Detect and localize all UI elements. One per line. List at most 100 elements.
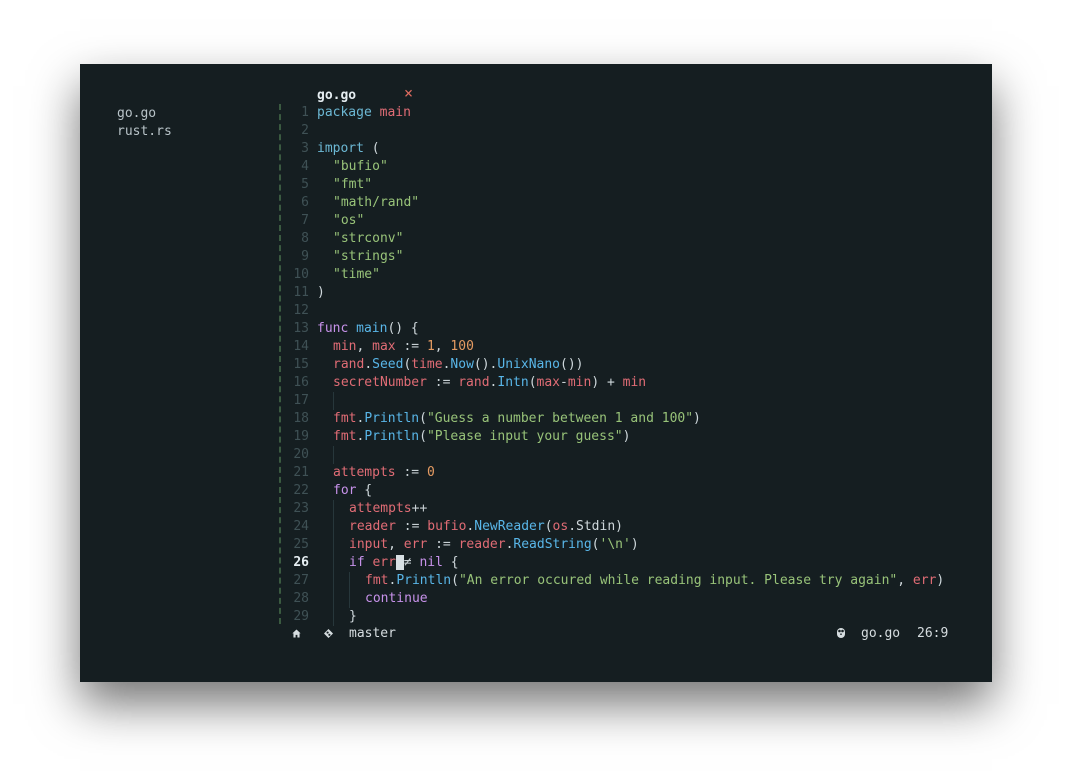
file-tree-item-rust[interactable]: rust.rs — [117, 123, 172, 141]
code-line[interactable]: 1 package main — [285, 104, 985, 122]
code-line[interactable]: 23 attempts++ — [285, 500, 985, 518]
line-number: 10 — [293, 267, 309, 282]
line-number: 22 — [293, 483, 309, 498]
code-line[interactable]: 20 — [285, 446, 985, 464]
code-line[interactable]: 24 reader := bufio.NewReader(os.Stdin) — [285, 518, 985, 536]
indent-guide — [317, 176, 333, 194]
code-line[interactable]: 8 "strconv" — [285, 230, 985, 248]
code-line[interactable]: 28 continue — [285, 590, 985, 608]
tab-bar: go.go × — [317, 84, 413, 105]
line-number: 29 — [293, 609, 309, 624]
indent-guide — [317, 536, 333, 554]
code-line[interactable]: 7 "os" — [285, 212, 985, 230]
code-line[interactable]: 4 "bufio" — [285, 158, 985, 176]
code-token: err — [403, 537, 428, 552]
code-token: max — [536, 375, 560, 390]
line-number: 2 — [301, 123, 309, 138]
code-token: import — [317, 141, 364, 156]
code-line[interactable]: 11) — [285, 284, 985, 302]
code-token: ) — [317, 285, 325, 300]
code-line[interactable]: 6 "math/rand" — [285, 194, 985, 212]
code-text: reader := bufio.NewReader(os.Stdin) — [317, 518, 623, 536]
indent-guide — [317, 248, 333, 266]
code-token: UnixNano — [497, 357, 561, 372]
indent-guide — [317, 392, 333, 410]
line-number: 27 — [293, 573, 309, 588]
code-token: := — [395, 519, 428, 534]
branch-name[interactable]: master — [349, 625, 396, 643]
go-gopher-icon — [837, 628, 845, 638]
code-token: main — [379, 105, 411, 120]
file-tree: go.go rust.rs — [117, 105, 172, 141]
code-line[interactable]: 3 import ( — [285, 140, 985, 158]
code-token: ( — [419, 429, 427, 444]
code-token: "strings" — [333, 249, 404, 264]
code-token: "math/rand" — [333, 195, 420, 210]
close-icon[interactable]: × — [404, 84, 413, 102]
code-token: , — [434, 339, 451, 354]
code-token: bufio — [427, 519, 467, 534]
line-number: 19 — [293, 429, 309, 444]
code-line[interactable]: 12 — [285, 302, 985, 320]
code-token: .Stdin) — [568, 519, 623, 534]
tab-go[interactable]: go.go — [317, 88, 356, 103]
code-token: 0 — [426, 465, 435, 480]
code-line[interactable]: 18 fmt.Println("Guess a number between 1 … — [285, 410, 985, 428]
code-token: := — [426, 375, 459, 390]
code-line[interactable]: 17 — [285, 392, 985, 410]
indent-guide — [317, 158, 333, 176]
code-text: rand.Seed(time.Now().UnixNano()) — [317, 356, 584, 374]
code-token: "strconv" — [333, 231, 404, 246]
line-number: 23 — [293, 501, 309, 516]
code-line[interactable]: 26 if err ≠ nil { — [285, 554, 985, 572]
code-line[interactable]: 13 func main() { — [285, 320, 985, 338]
code-line[interactable]: 27 fmt.Println("An error occured while re… — [285, 572, 985, 590]
code-line[interactable]: 14 min, max := 1, 100 — [285, 338, 985, 356]
code-editor[interactable]: 1 package main 2 3 import (4 "bufio" 5 "fmt" 6 "m… — [285, 104, 985, 626]
line-number: 9 — [301, 249, 309, 264]
code-line[interactable]: 15 rand.Seed(time.Now().UnixNano()) — [285, 356, 985, 374]
text-cursor — [395, 555, 404, 570]
code-token: Println — [364, 429, 420, 444]
editor-window: go.go rust.rs go.go × 1 package main 2 3 imp… — [80, 64, 992, 682]
code-token: os — [552, 519, 569, 534]
code-text: fmt.Println("Guess a number between 1 an… — [317, 410, 701, 428]
code-token: fmt — [365, 573, 389, 588]
line-number: 6 — [301, 195, 309, 210]
code-token: max — [372, 339, 396, 354]
code-token: ) — [936, 573, 945, 588]
line-number: 26 — [293, 555, 309, 570]
line-number: 21 — [293, 465, 309, 480]
code-text: fmt.Println("Please input your guess") — [317, 428, 630, 446]
code-line[interactable]: 10 "time" — [285, 266, 985, 284]
code-token: ) — [622, 429, 631, 444]
code-token: ) + — [591, 375, 623, 390]
code-line[interactable]: 9 "strings" — [285, 248, 985, 266]
code-token: Seed — [372, 357, 404, 372]
code-token: ) — [630, 537, 639, 552]
indent-guide — [333, 608, 349, 626]
line-number: 18 — [293, 411, 309, 426]
code-text: func main() { — [317, 320, 419, 338]
code-line[interactable]: 2 — [285, 122, 985, 140]
code-line[interactable]: 19 fmt.Println("Please input your guess") — [285, 428, 985, 446]
home-icon — [292, 629, 301, 638]
code-line[interactable]: 25 input, err := reader.ReadString('\n') — [285, 536, 985, 554]
code-line[interactable]: 16 secretNumber := rand.Intn(max-min) + m… — [285, 374, 985, 392]
code-line[interactable]: 29} — [285, 608, 985, 626]
code-token: "fmt" — [333, 177, 373, 192]
code-token: := — [427, 537, 459, 552]
indent-guide — [333, 572, 349, 590]
code-line[interactable]: 21 attempts := 0 — [285, 464, 985, 482]
indent-guide — [317, 608, 333, 626]
code-line[interactable]: 5 "fmt" — [285, 176, 985, 194]
code-token: continue — [365, 591, 428, 606]
code-token: nil — [419, 555, 443, 570]
code-text: import ( — [317, 140, 380, 158]
code-token: fmt — [333, 429, 357, 444]
code-line[interactable]: 22 for { — [285, 482, 985, 500]
code-token: min — [567, 375, 592, 390]
file-tree-item-go[interactable]: go.go — [117, 105, 172, 123]
line-number: 3 — [301, 141, 309, 156]
indent-guide — [317, 194, 333, 212]
